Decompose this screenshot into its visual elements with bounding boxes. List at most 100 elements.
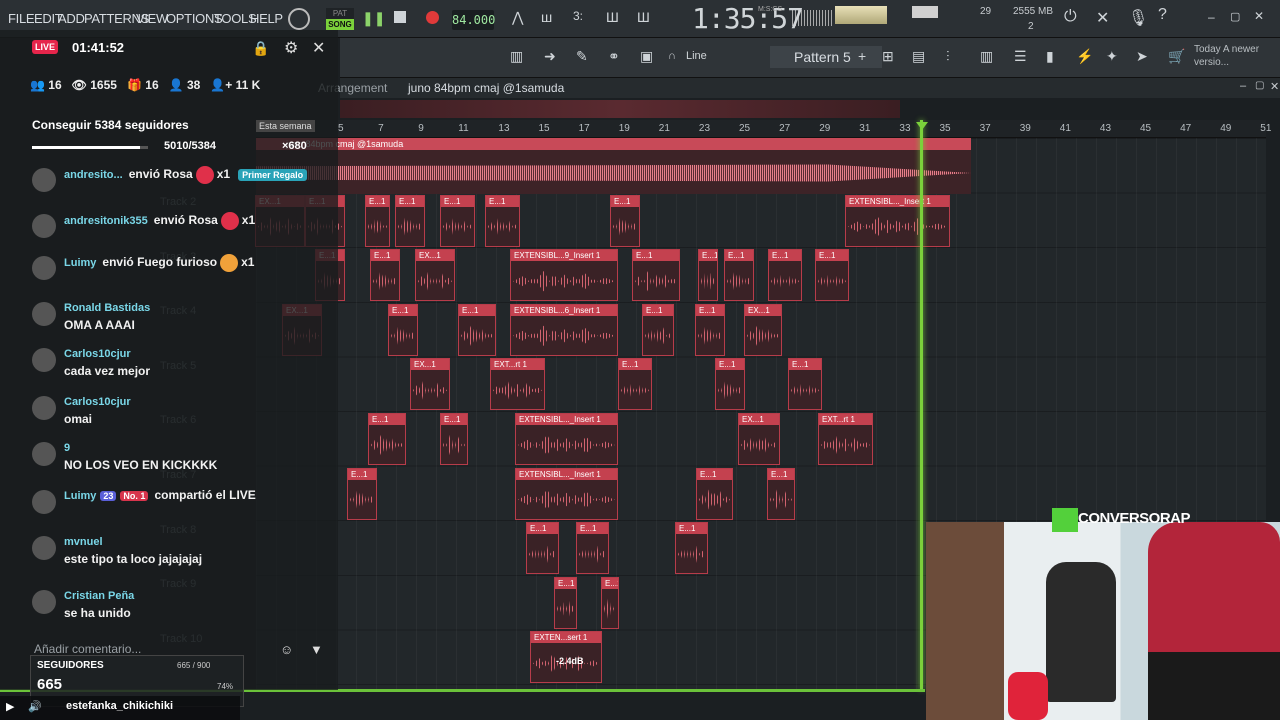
send-icon[interactable]: ▼	[310, 642, 323, 657]
audio-clip[interactable]: EX...1	[410, 358, 450, 411]
audio-clip[interactable]: E...1	[610, 194, 640, 247]
mic-icon[interactable]: ➤	[1136, 48, 1148, 65]
lock-icon[interactable]: 🔒	[252, 40, 269, 57]
audio-clip[interactable]: E...1	[554, 576, 577, 629]
stamp-icon[interactable]: ▣	[640, 48, 653, 65]
audio-clip[interactable]: EX...1	[738, 413, 780, 465]
stop-icon[interactable]	[394, 11, 406, 23]
close-icon[interactable]: ✕	[1270, 80, 1279, 93]
metronome-icon[interactable]: ⋀	[512, 9, 523, 26]
avatar[interactable]	[32, 442, 56, 466]
minimize-icon[interactable]: –	[1240, 80, 1246, 92]
playlist-icon[interactable]: ⊞	[882, 48, 894, 65]
audio-clip[interactable]: E...1	[370, 249, 400, 302]
chat-username[interactable]: mvnuel	[64, 536, 103, 548]
audio-clip[interactable]: E...1	[368, 413, 406, 465]
browser-icon[interactable]: ☰	[1014, 48, 1027, 65]
cart-icon[interactable]: 🛒	[1168, 48, 1185, 65]
audio-clip[interactable]: E...1	[458, 303, 496, 356]
record-mode-icon[interactable]	[288, 8, 310, 30]
audio-clip[interactable]: EXT...rt 1	[818, 413, 873, 465]
audio-clip[interactable]: E...1	[768, 249, 802, 302]
avatar[interactable]	[32, 168, 56, 192]
menu-view[interactable]: VIEW	[136, 11, 168, 26]
chat-username[interactable]: andresitonik355	[64, 215, 148, 227]
volume-icon[interactable]: 🔊	[28, 700, 42, 713]
audio-clip[interactable]: E...1	[698, 249, 718, 302]
maximize-icon[interactable]: ▢	[1230, 10, 1240, 23]
plugin-picker-icon[interactable]: ⚡	[1076, 48, 1093, 65]
audio-clip[interactable]: EXTENSIBL..._Insert 1	[515, 413, 618, 465]
step-edit-icon[interactable]: Ш	[606, 9, 619, 25]
audio-clip[interactable]: E...1	[440, 413, 468, 465]
chat-username[interactable]: Ronald Bastidas	[64, 302, 150, 314]
avatar[interactable]	[32, 302, 56, 326]
timeline-ruler[interactable]: 5 7 9 11 13 15 17 19 21 23 25 27 29 31 33 35 37 39 41 43 45 4…	[256, 120, 1271, 138]
chat-username[interactable]: Carlos10cjur	[64, 348, 131, 360]
avatar[interactable]	[32, 590, 56, 614]
chat-username[interactable]: andresito...	[64, 169, 123, 181]
news-panel[interactable]: Today A newer versio...	[1194, 43, 1264, 69]
menu-help[interactable]: HELP	[250, 11, 283, 26]
arrangement-title[interactable]: juno 84bpm cmaj @1samuda	[408, 81, 564, 95]
audio-clip[interactable]: EX...1	[744, 303, 782, 356]
piano-roll-icon[interactable]: ▥	[510, 48, 523, 65]
chat-username[interactable]: Luimy	[64, 490, 96, 502]
audio-clip[interactable]: E...1	[788, 358, 822, 411]
audio-clip[interactable]: E...1	[815, 249, 849, 302]
people-icon[interactable]: ✦	[1106, 48, 1118, 65]
main-audio-clip[interactable]: juno 84bpm cmaj @1samuda	[256, 138, 971, 194]
audio-clip[interactable]: E...1	[715, 358, 745, 411]
play-icon[interactable]: ❚❚	[362, 10, 385, 26]
audio-clip[interactable]: E...1	[695, 303, 725, 356]
overview-strip[interactable]	[340, 100, 900, 118]
menu-file[interactable]: FILE	[8, 11, 35, 26]
comment-input[interactable]: Añadir comentario...	[34, 642, 141, 656]
mixer-icon[interactable]: ⫶	[946, 48, 950, 65]
audio-clip[interactable]: E...1	[576, 522, 609, 575]
avatar[interactable]	[32, 256, 56, 280]
help-icon[interactable]: ?	[1158, 6, 1167, 24]
audio-clip[interactable]: EXTENSIBL...6_Insert 1	[510, 303, 618, 356]
snap-selector[interactable]: Line	[686, 50, 707, 62]
playhead[interactable]	[920, 120, 923, 690]
plugin-icon[interactable]: ▮	[1046, 48, 1054, 65]
play-icon[interactable]: ▶	[6, 700, 14, 713]
audio-clip[interactable]: E...1	[618, 358, 652, 411]
gear-icon[interactable]: ⚙	[284, 38, 298, 58]
audio-clip[interactable]: E...1	[642, 303, 674, 356]
song-pat-switch[interactable]: PAT SONG	[326, 8, 354, 30]
close-icon[interactable]: ✕	[1254, 9, 1264, 23]
blend-icon[interactable]: Ш	[637, 9, 650, 25]
pen-icon[interactable]: ✎	[576, 48, 588, 65]
menu-add[interactable]: ADD	[58, 11, 85, 26]
audio-clip[interactable]: E...1	[347, 467, 377, 520]
snap-icon[interactable]: ∩	[668, 50, 676, 62]
audio-clip[interactable]: EXTENSIBL..._Insert 1	[845, 194, 950, 247]
chat-username[interactable]: Cristian Peña	[64, 590, 134, 602]
avatar[interactable]	[32, 536, 56, 560]
add-pattern-icon[interactable]: +	[858, 48, 866, 64]
avatar[interactable]	[32, 214, 56, 238]
audio-clip[interactable]: EX...1	[415, 249, 455, 302]
audio-clip[interactable]: E...1	[388, 303, 418, 356]
wait-icon[interactable]: ш	[541, 9, 552, 25]
chat-username[interactable]: 9	[64, 442, 70, 454]
audio-clip[interactable]: E...1	[526, 522, 559, 575]
audio-clip[interactable]: E...1	[632, 249, 680, 302]
chat-username[interactable]: Luimy	[64, 257, 96, 269]
emoji-icon[interactable]: ☺	[280, 642, 293, 657]
microphone-icon[interactable]: 🎙	[1128, 8, 1148, 28]
audio-clip[interactable]: E...1	[440, 194, 475, 247]
avatar[interactable]	[32, 490, 56, 514]
arrow-right-icon[interactable]: ➜	[544, 48, 556, 65]
countdown-icon[interactable]: 3:	[573, 9, 583, 23]
minimize-icon[interactable]: –	[1208, 10, 1215, 24]
avatar[interactable]	[32, 348, 56, 372]
close-icon[interactable]: ✕	[312, 38, 325, 58]
tempo-display[interactable]: 84.000	[452, 10, 495, 30]
audio-clip[interactable]: E...1	[675, 522, 708, 575]
audio-clip[interactable]: EXTENSIBL..._Insert 1	[515, 467, 618, 520]
audio-clip[interactable]: EXT...rt 1	[490, 358, 545, 411]
audio-clip[interactable]: E...1	[485, 194, 520, 247]
